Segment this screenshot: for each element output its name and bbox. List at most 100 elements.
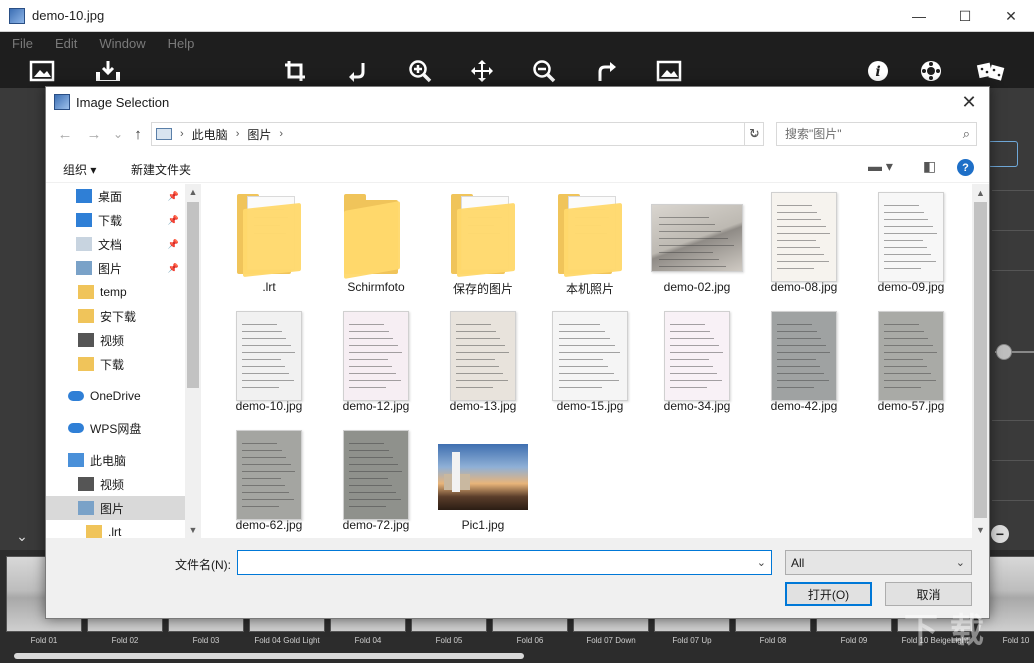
folder-item[interactable]: Schirmfoto (324, 184, 428, 299)
save-image-icon[interactable] (94, 58, 122, 84)
forward-arrow-icon[interactable]: → (84, 122, 104, 146)
nav-item[interactable]: .lrt (46, 520, 185, 538)
file-item[interactable]: demo-02.jpg (645, 184, 749, 299)
back-arrow-icon[interactable]: ← (55, 122, 75, 146)
close-window-button[interactable]: ✕ (988, 0, 1034, 32)
file-item[interactable]: Pic1.jpg (431, 422, 535, 537)
pin-icon[interactable]: 📌 (168, 191, 179, 202)
settings-icon[interactable] (917, 58, 945, 84)
nav-item[interactable]: 安下载 (46, 304, 185, 328)
breadcrumb-this-pc[interactable]: 此电脑 (192, 126, 228, 143)
zoom-out-icon[interactable] (530, 58, 558, 84)
file-item[interactable]: demo-72.jpg (324, 422, 428, 537)
refresh-icon[interactable]: ↻ (744, 122, 764, 146)
nav-item[interactable]: 此电脑 (46, 448, 185, 472)
zoom-minus-icon[interactable]: − (991, 525, 1009, 543)
image-thumbnail (878, 192, 944, 282)
scrollbar-thumb[interactable] (974, 202, 987, 518)
nav-item[interactable]: 下载 📌 (46, 208, 185, 232)
random-icon[interactable] (975, 58, 1007, 84)
filename-field[interactable]: ⌄ (237, 550, 772, 575)
open-button[interactable]: 打开(O) (785, 582, 872, 606)
pin-icon[interactable]: 📌 (168, 215, 179, 226)
crop-icon[interactable] (281, 58, 309, 84)
chevron-down-icon[interactable]: ⌄ (956, 556, 965, 569)
folder-icon (78, 285, 94, 299)
nav-item[interactable]: 视频 (46, 328, 185, 352)
menu-window[interactable]: Window (99, 36, 145, 51)
organize-button[interactable]: 组织 ▾ (63, 161, 96, 178)
search-input[interactable] (785, 127, 955, 141)
filmstrip-toggle-icon[interactable]: ⌄ (0, 522, 44, 550)
address-bar[interactable]: › 此电脑 › 图片 › ⌄ (151, 122, 764, 146)
file-item[interactable]: demo-08.jpg (752, 184, 856, 299)
file-list-scrollbar[interactable]: ▲ ▼ (972, 184, 989, 538)
open-image-icon[interactable] (28, 58, 56, 84)
folder-item[interactable]: .lrt (217, 184, 321, 299)
nav-item[interactable]: temp (46, 280, 185, 304)
maximize-button[interactable]: ☐ (942, 0, 988, 32)
navigation-scrollbar[interactable]: ▲ ▼ (185, 184, 201, 538)
rotate-left-icon[interactable] (343, 58, 371, 84)
file-item[interactable]: demo-57.jpg (859, 303, 963, 418)
pc-icon (156, 128, 172, 140)
zoom-in-icon[interactable] (406, 58, 434, 84)
file-item[interactable]: demo-62.jpg (217, 422, 321, 537)
filename-input[interactable] (238, 551, 738, 574)
right-panel-field[interactable] (988, 141, 1018, 167)
file-type-select[interactable]: All ⌄ (785, 550, 972, 575)
menu-help[interactable]: Help (168, 36, 195, 51)
file-item[interactable]: demo-13.jpg (431, 303, 535, 418)
nav-item[interactable]: WPS网盘 (46, 416, 185, 440)
scroll-up-icon[interactable]: ▲ (972, 184, 989, 201)
nav-item[interactable]: 文档 📌 (46, 232, 185, 256)
help-icon[interactable]: ? (957, 159, 974, 176)
folder-item[interactable]: 保存的图片 (431, 184, 535, 299)
file-name-label: 本机照片 (565, 282, 614, 296)
dialog-titlebar: Image Selection ✕ (46, 87, 989, 117)
scroll-up-icon[interactable]: ▲ (185, 184, 201, 200)
file-item[interactable]: demo-34.jpg (645, 303, 749, 418)
video-icon (78, 477, 94, 491)
scrollbar-thumb[interactable] (187, 202, 199, 388)
filmstrip-scrollbar[interactable] (14, 653, 524, 659)
file-item[interactable]: demo-42.jpg (752, 303, 856, 418)
file-item[interactable]: demo-15.jpg (538, 303, 642, 418)
svg-text:i: i (875, 64, 880, 80)
file-item[interactable]: demo-09.jpg (859, 184, 963, 299)
recent-locations-icon[interactable]: ⌄ (108, 122, 128, 146)
nav-item[interactable]: 下载 (46, 352, 185, 376)
file-item[interactable]: demo-10.jpg (217, 303, 321, 418)
dialog-close-button[interactable]: ✕ (957, 90, 981, 114)
breadcrumb-pictures[interactable]: 图片 (247, 126, 271, 143)
panel-slider-knob[interactable] (996, 344, 1012, 360)
breadcrumb-separator: › (279, 128, 284, 140)
move-icon[interactable] (468, 58, 496, 84)
nav-item[interactable]: 桌面 📌 (46, 184, 185, 208)
folder-item[interactable]: 本机照片 (538, 184, 642, 299)
file-name-label: demo-42.jpg (770, 399, 838, 413)
pin-icon[interactable]: 📌 (168, 263, 179, 274)
preview-pane-icon[interactable]: ◧ (923, 158, 936, 175)
nav-item[interactable]: 视频 (46, 472, 185, 496)
fit-screen-icon[interactable] (655, 58, 683, 84)
info-icon[interactable]: i (864, 58, 892, 84)
scroll-down-icon[interactable]: ▼ (972, 521, 989, 538)
breadcrumb-separator: › (235, 128, 240, 140)
up-arrow-icon[interactable]: ↑ (128, 122, 148, 146)
search-box[interactable]: ⌕ (776, 122, 977, 146)
nav-item[interactable]: 图片 (46, 496, 185, 520)
menu-file[interactable]: File (12, 36, 33, 51)
computer-icon (68, 453, 84, 467)
menu-edit[interactable]: Edit (55, 36, 77, 51)
new-folder-button[interactable]: 新建文件夹 (131, 161, 191, 178)
minimize-button[interactable]: — (896, 0, 942, 32)
rotate-right-icon[interactable] (593, 58, 621, 84)
nav-item[interactable]: 图片 📌 (46, 256, 185, 280)
chevron-down-icon[interactable]: ⌄ (757, 556, 766, 569)
scroll-down-icon[interactable]: ▼ (185, 522, 201, 538)
file-item[interactable]: demo-12.jpg (324, 303, 428, 418)
pin-icon[interactable]: 📌 (168, 239, 179, 250)
view-options-icon[interactable]: ▬ ▾ (868, 158, 893, 175)
nav-item[interactable]: OneDrive (46, 384, 185, 408)
